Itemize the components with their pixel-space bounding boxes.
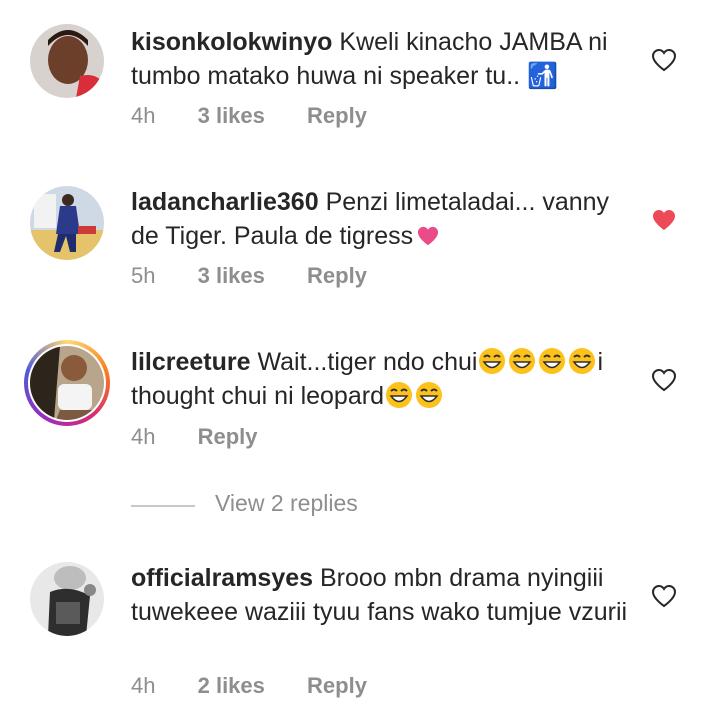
comment-body: lilcreeture Wait...tiger ndo chui i thoug… <box>131 345 631 413</box>
heart-filled-icon[interactable] <box>651 208 677 232</box>
comment-username[interactable]: kisonkolokwinyo <box>131 28 332 56</box>
view-replies-label[interactable]: View 2 replies <box>215 490 358 517</box>
comment-body: kisonkolokwinyo Kweli kinacho JAMBA ni t… <box>131 25 631 93</box>
comment-time: 5h <box>131 263 156 288</box>
comment-likes[interactable]: 2 likes <box>198 673 265 699</box>
reply-button[interactable]: Reply <box>198 424 258 450</box>
reply-button[interactable]: Reply <box>307 263 367 289</box>
view-replies-button[interactable]: View 2 replies <box>131 488 531 522</box>
comment-meta: 4h 3 likes Reply <box>131 103 367 129</box>
laughing-emoji-icon <box>538 347 566 375</box>
comment-meta: 5h 3 likes Reply <box>131 263 367 289</box>
replies-divider-line <box>131 505 195 507</box>
comment-username[interactable]: lilcreeture <box>131 348 251 376</box>
heart-outline-icon[interactable] <box>651 368 677 392</box>
comment-time: 4h <box>131 673 156 698</box>
pink-heart-icon <box>415 222 441 256</box>
comment-text-part1: Wait...tiger ndo chui <box>257 348 478 376</box>
avatar[interactable] <box>30 562 104 636</box>
laughing-emoji-icon <box>478 347 506 375</box>
avatar[interactable] <box>30 186 104 260</box>
comment-body: officialramsyes Brooo mbn drama nyingiii… <box>131 561 631 629</box>
laughing-emoji-icon <box>415 381 443 409</box>
avatar[interactable] <box>30 24 104 98</box>
comment-likes[interactable]: 3 likes <box>198 103 265 129</box>
laughing-emoji-icon <box>385 381 413 409</box>
heart-outline-icon[interactable] <box>651 48 677 72</box>
comment-time: 4h <box>131 424 156 449</box>
comment-time: 4h <box>131 103 156 128</box>
heart-outline-icon[interactable] <box>651 584 677 608</box>
comment-body: ladancharlie360 Penzi limetaladai... van… <box>131 185 631 256</box>
avatar[interactable] <box>30 346 104 420</box>
reply-button[interactable]: Reply <box>307 103 367 129</box>
comment-likes[interactable]: 3 likes <box>198 263 265 289</box>
comment-username[interactable]: officialramsyes <box>131 564 313 592</box>
laughing-emoji-icon <box>568 347 596 375</box>
comment-meta: 4h Reply <box>131 424 258 450</box>
laughing-emoji-icon <box>508 347 536 375</box>
reply-button[interactable]: Reply <box>307 673 367 699</box>
comment-meta: 4h 2 likes Reply <box>131 673 367 699</box>
comment-username[interactable]: ladancharlie360 <box>131 188 319 216</box>
